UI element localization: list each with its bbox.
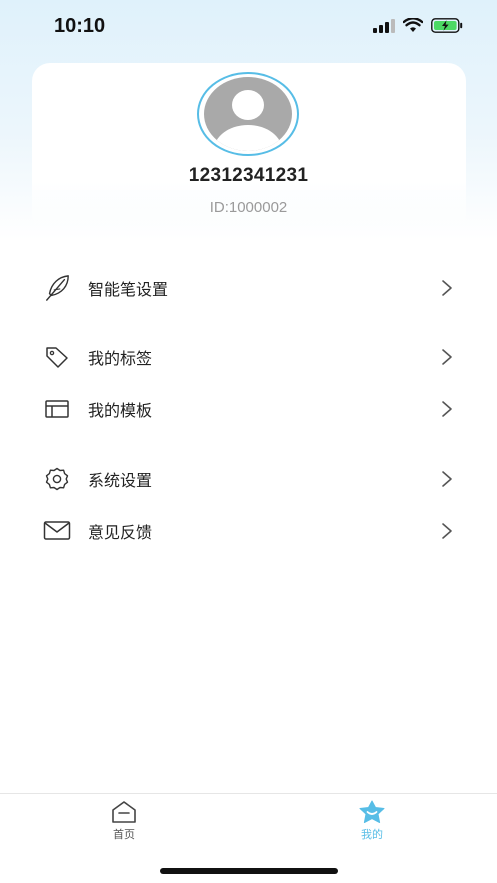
menu-label-my-templates: 我的模板 xyxy=(88,401,153,420)
home-icon xyxy=(112,801,136,823)
wifi-icon xyxy=(403,18,423,32)
tab-home[interactable]: 首页 xyxy=(89,800,159,846)
battery-charging-icon xyxy=(431,18,463,33)
profile-star-icon xyxy=(359,800,385,823)
menu-label-system-settings: 系统设置 xyxy=(88,471,153,490)
avatar-placeholder-icon xyxy=(204,77,292,151)
feather-pen-icon xyxy=(43,274,71,302)
username: 12312341231 xyxy=(188,165,309,186)
menu-item-my-tags[interactable]: 我的标签 xyxy=(0,332,497,382)
user-id: ID:1000002 xyxy=(209,199,288,216)
envelope-icon xyxy=(43,517,71,545)
cellular-signal-icon xyxy=(373,18,395,33)
status-time: 10:10 xyxy=(54,15,106,37)
chevron-right-icon xyxy=(438,348,456,366)
chevron-right-icon xyxy=(438,400,456,418)
menu-label-my-tags: 我的标签 xyxy=(88,349,153,368)
tab-home-label: 首页 xyxy=(113,828,135,841)
tab-mine-label: 我的 xyxy=(361,828,383,841)
chevron-right-icon xyxy=(438,470,456,488)
home-indicator xyxy=(160,868,338,874)
menu-item-system-settings[interactable]: 系统设置 xyxy=(0,454,497,504)
menu-item-pen-settings[interactable]: 智能笔设置 xyxy=(0,263,497,313)
tab-mine[interactable]: 我的 xyxy=(337,800,407,846)
gear-icon xyxy=(43,465,71,493)
status-icons xyxy=(373,18,463,33)
chevron-right-icon xyxy=(438,279,456,297)
menu-item-my-templates[interactable]: 我的模板 xyxy=(0,384,497,434)
avatar[interactable] xyxy=(197,72,299,156)
menu-label-feedback: 意见反馈 xyxy=(88,523,153,542)
status-bar: 10:10 xyxy=(0,0,497,54)
chevron-right-icon xyxy=(438,522,456,540)
menu-item-feedback[interactable]: 意见反馈 xyxy=(0,506,497,556)
menu-label-pen-settings: 智能笔设置 xyxy=(88,280,169,299)
tag-icon xyxy=(43,343,71,371)
template-icon xyxy=(43,395,71,423)
